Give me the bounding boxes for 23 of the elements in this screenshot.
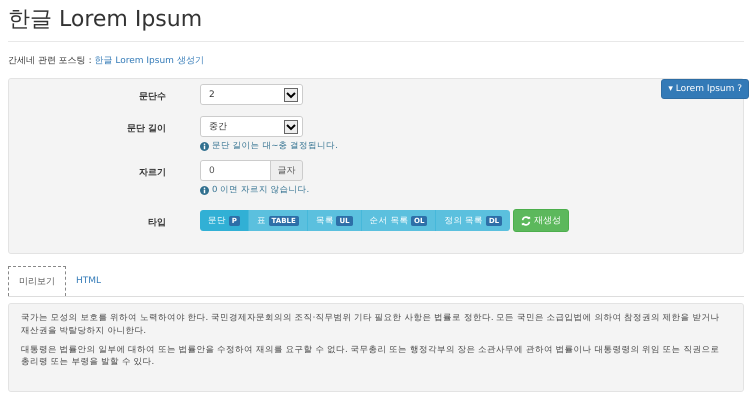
dropdown-icon <box>284 120 298 134</box>
paragraph-count-select[interactable]: 2 <box>200 84 303 105</box>
help-text: 문단 길이는 대~충 결정됩니다. <box>212 140 338 152</box>
truncate-input[interactable]: 0 <box>200 160 270 181</box>
page-title: 한글 Lorem Ipsum <box>8 6 204 34</box>
unit-addon: 글자 <box>270 160 303 181</box>
help-button[interactable]: ▾ Lorem Ipsum ? <box>661 79 749 99</box>
field-label: 자르기 <box>138 167 166 179</box>
field-label: 타입 <box>147 217 166 229</box>
refresh-icon <box>521 216 532 226</box>
info-icon <box>200 142 209 150</box>
field-label: 문단 길이 <box>126 123 166 135</box>
info-icon <box>200 186 209 194</box>
preview-paragraph: 국가는 모성의 보호를 위하여 노력하여야 한다. 국민경제자문회의의 조직·직무범위 기타 필요한 사항은 법률로 정한다. 모든 국민은 소급입법에 의하여 참정권의 제한을 받거나 재산권을 박탈당하지 아니한다. <box>21 312 720 338</box>
help-text: 0 이면 자르지 않습니다. <box>212 184 310 196</box>
related-label: 간세네 관련 포스팅 : <box>8 56 92 66</box>
field-label: 문단수 <box>138 91 166 103</box>
preview-paragraph: 대통령은 법률안의 일부에 대하여 또는 법률안을 수정하여 재의를 요구할 수 없다. 국무총리 또는 행정각부의 장은 소관사무에 관하여 법률이나 대통령령의 위임 또는 직권으로 총리령 또는 부령을 발할 수 있다. <box>21 344 720 369</box>
tab[interactable]: 미리보기 <box>8 266 66 296</box>
paragraph-length-select[interactable]: 중간 <box>200 116 303 137</box>
related-link[interactable]: 한글 Lorem Ipsum 생성기 <box>94 56 204 66</box>
tab[interactable]: HTML <box>66 266 112 296</box>
dropdown-icon <box>284 88 298 102</box>
